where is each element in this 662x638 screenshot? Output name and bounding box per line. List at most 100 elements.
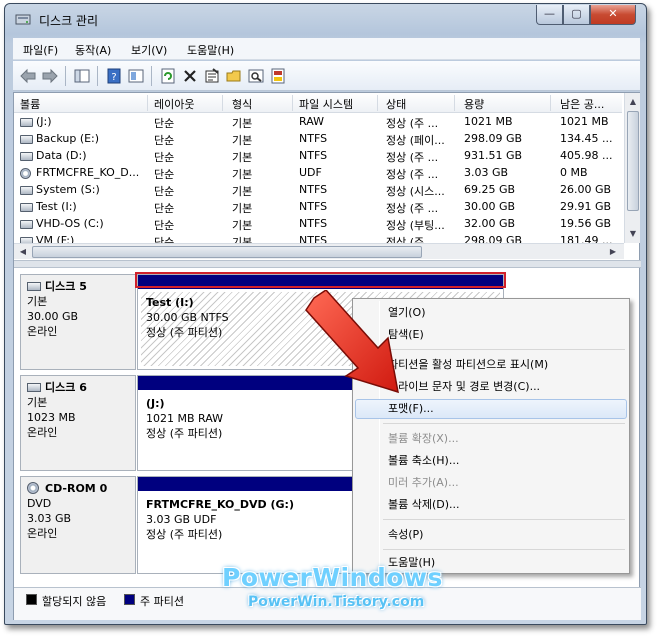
menu-file[interactable]: 파일(F)	[23, 42, 58, 58]
scroll-right-icon[interactable]: ▶	[606, 245, 620, 259]
toolbar-separator	[65, 66, 66, 86]
close-button[interactable]: ✕	[590, 5, 636, 25]
cd-rom-icon	[20, 168, 31, 179]
header-status[interactable]: 상태	[386, 96, 406, 112]
unallocated-swatch	[26, 594, 37, 605]
open-icon[interactable]	[225, 67, 243, 85]
header-layout[interactable]: 레이아웃	[154, 96, 194, 112]
scroll-down-icon[interactable]: ▼	[626, 227, 640, 241]
menu-item-properties[interactable]: 속성(P)	[355, 525, 627, 545]
menu-bar: 파일(F) 동작(A) 보기(V) 도움말(H)	[13, 38, 640, 60]
volume-disk-icon	[20, 220, 33, 229]
partition-status: 정상 (주 파티션)	[146, 427, 223, 440]
back-arrow-icon[interactable]	[19, 67, 37, 85]
disk-6-label[interactable]: 디스크 6 기본 1023 MB 온라인	[20, 375, 136, 471]
volume-list-horizontal-scrollbar[interactable]: ◀ ▶	[14, 243, 624, 259]
cell-layout: 단순	[154, 134, 175, 147]
help-topics-icon[interactable]	[127, 67, 145, 85]
cell-layout: 단순	[154, 168, 175, 181]
scrollbar-thumb[interactable]	[32, 246, 422, 258]
table-row[interactable]: Data (D:) 단순 기본 NTFS 정상 (주 ... 931.51 GB 405.9…	[14, 148, 622, 165]
disk-name: 디스크 5	[45, 280, 87, 293]
cell-free: 0 MB	[560, 166, 588, 179]
properties-icon[interactable]	[203, 67, 221, 85]
cell-layout: 단순	[154, 117, 175, 130]
scroll-up-icon[interactable]: ▲	[626, 95, 640, 109]
watermark-url: PowerWin.Tistory.com	[248, 594, 425, 610]
title-bar[interactable]: 디스크 관리 — ▢ ✕	[5, 4, 646, 32]
cell-volume: Data (D:)	[36, 149, 87, 162]
explore-icon[interactable]	[247, 67, 265, 85]
menu-item-shrink-volume[interactable]: 볼륨 축소(H)...	[355, 451, 627, 471]
table-row[interactable]: System (S:) 단순 기본 NTFS 정상 (시스... 69.25 GB 26.0…	[14, 182, 622, 199]
cell-volume: Backup (E:)	[36, 132, 100, 145]
header-free-space[interactable]: 남은 공...	[560, 96, 604, 112]
menu-item-delete-volume[interactable]: 볼륨 삭제(D)...	[355, 495, 627, 515]
cd-rom-icon	[27, 482, 39, 494]
cell-status: 정상 (주 ...	[386, 202, 439, 215]
cell-capacity: 298.09 GB	[464, 132, 523, 145]
toolbar-separator	[97, 66, 98, 86]
volume-list-vertical-scrollbar[interactable]: ▲ ▼	[624, 93, 640, 243]
toolbar: ?	[13, 61, 640, 91]
disk-5-label[interactable]: 디스크 5 기본 30.00 GB 온라인	[20, 274, 136, 370]
menu-item-change-drive-letter[interactable]: 드라이브 문자 및 경로 변경(C)...	[355, 377, 627, 397]
export-icon[interactable]	[269, 67, 287, 85]
cell-type: 기본	[232, 168, 253, 181]
cell-status: 정상 (페이...	[386, 134, 445, 147]
partition-detail: 30.00 GB NTFS	[146, 311, 229, 324]
disk-size: 30.00 GB	[27, 310, 79, 323]
menu-help[interactable]: 도움말(H)	[187, 42, 234, 58]
table-row[interactable]: Test (I:) 단순 기본 NTFS 정상 (주 ... 30.00 GB 29.91 …	[14, 199, 622, 216]
forward-arrow-icon[interactable]	[41, 67, 59, 85]
table-row[interactable]: VHD-OS (C:) 단순 기본 NTFS 정상 (부팅... 32.00 GB 19.5…	[14, 216, 622, 233]
header-filesystem[interactable]: 파일 시스템	[299, 96, 353, 112]
maximize-button[interactable]: ▢	[563, 5, 590, 25]
legend-primary: 주 파티션	[140, 595, 184, 608]
cell-status: 정상 (부팅...	[386, 219, 445, 232]
header-volume[interactable]: 볼륨	[20, 96, 40, 112]
partition-detail: 3.03 GB UDF	[146, 513, 217, 526]
volume-disk-icon	[20, 118, 33, 127]
primary-partition-swatch	[124, 594, 135, 605]
cell-volume: (J:)	[36, 115, 52, 128]
cell-free: 405.98 ...	[560, 149, 613, 162]
menu-item-explore[interactable]: 탐색(E)	[355, 325, 627, 345]
table-row[interactable]: FRTMCFRE_KO_D... 단순 기본 UDF 정상 (주 ... 3.03 GB 0…	[14, 165, 622, 182]
header-capacity[interactable]: 용량	[464, 96, 484, 112]
hard-disk-icon	[27, 282, 41, 291]
menu-item-mark-active[interactable]: 파티션을 활성 파티션으로 표시(M)	[355, 355, 627, 375]
menu-view[interactable]: 보기(V)	[131, 42, 167, 58]
console-tree-icon[interactable]	[73, 67, 91, 85]
disk-name: 디스크 6	[45, 381, 87, 394]
help-icon[interactable]: ?	[105, 67, 123, 85]
scroll-left-icon[interactable]: ◀	[16, 245, 30, 259]
minimize-button[interactable]: —	[536, 5, 563, 25]
volume-list-header: 볼륨 레이아웃 형식 파일 시스템 상태 용량 남은 공...	[14, 93, 622, 113]
header-type[interactable]: 형식	[232, 96, 252, 112]
disk-type: 기본	[27, 295, 48, 308]
cell-fs: NTFS	[299, 217, 328, 230]
menu-item-format[interactable]: 포맷(F)...	[355, 399, 627, 419]
menu-item-open[interactable]: 열기(O)	[355, 303, 627, 323]
scrollbar-thumb[interactable]	[627, 111, 639, 211]
cdrom-0-label[interactable]: CD-ROM 0 DVD 3.03 GB 온라인	[20, 476, 136, 574]
selection-highlight-frame	[135, 272, 506, 288]
cell-free: 19.56 GB	[560, 217, 612, 230]
disk-state: 온라인	[27, 325, 58, 338]
cell-layout: 단순	[154, 219, 175, 232]
pane-splitter[interactable]	[14, 260, 641, 268]
partition-status: 정상 (주 파티션)	[146, 528, 223, 541]
table-row[interactable]: Backup (E:) 단순 기본 NTFS 정상 (페이... 298.09 GB 134…	[14, 131, 622, 148]
menu-action[interactable]: 동작(A)	[75, 42, 111, 58]
volume-disk-icon	[20, 203, 33, 212]
refresh-icon[interactable]	[159, 67, 177, 85]
cell-free: 134.45 ...	[560, 132, 613, 145]
cell-status: 정상 (시스...	[386, 185, 445, 198]
toolbar-separator	[151, 66, 152, 86]
table-row[interactable]: (J:) 단순 기본 RAW 정상 (주 ... 1021 MB 1021 MB	[14, 114, 622, 131]
cell-layout: 단순	[154, 151, 175, 164]
cell-fs: NTFS	[299, 132, 328, 145]
delete-icon[interactable]	[181, 67, 199, 85]
disk-state: 온라인	[27, 426, 58, 439]
